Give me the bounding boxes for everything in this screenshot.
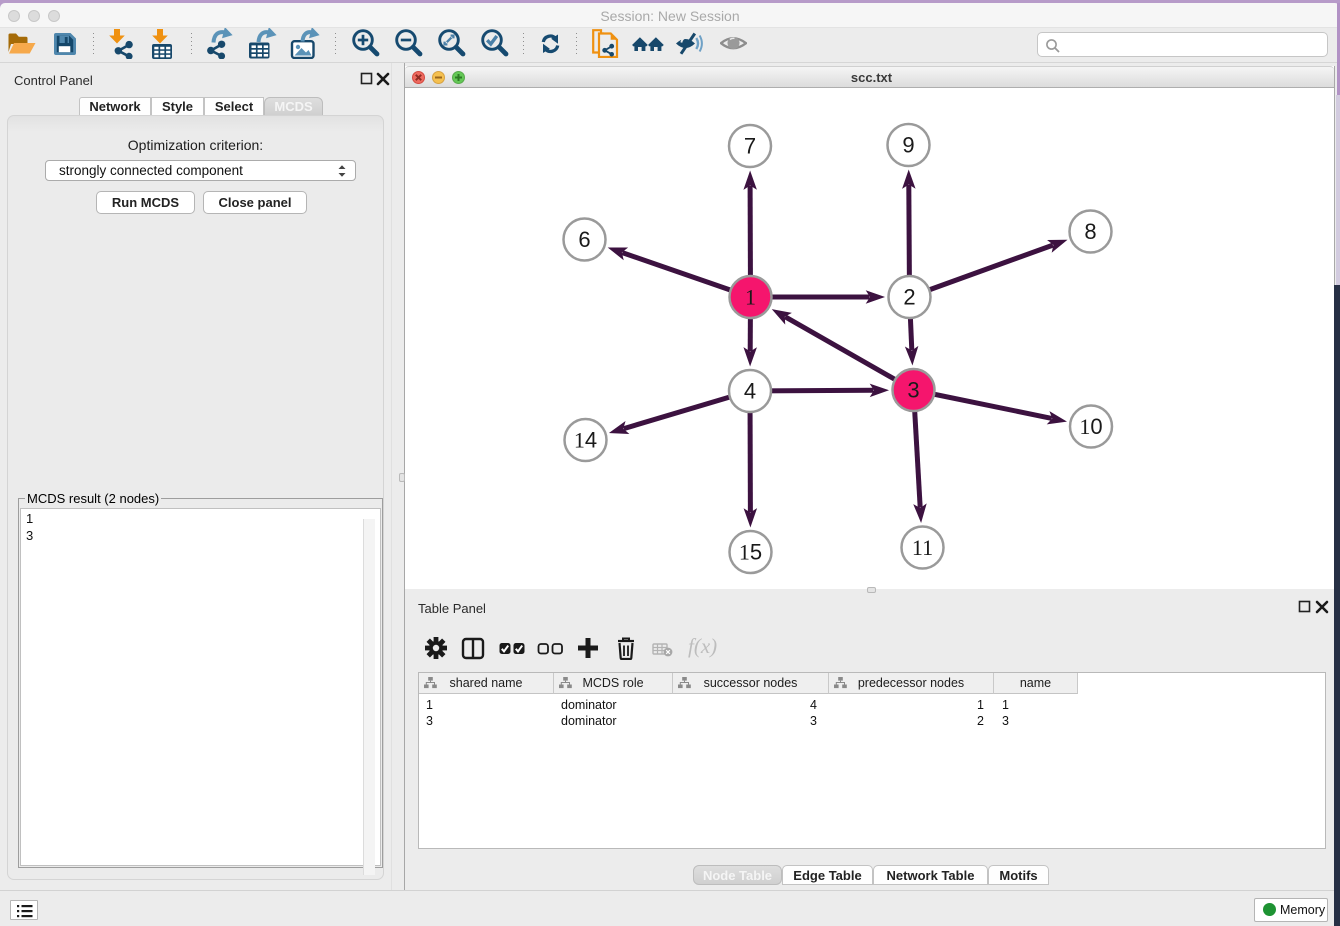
svg-text:9: 9 [902, 133, 914, 158]
svg-text:14: 14 [574, 428, 597, 453]
svg-text:8: 8 [1084, 219, 1096, 244]
svg-text:4: 4 [744, 379, 756, 404]
svg-text:15: 15 [739, 540, 762, 565]
svg-text:3: 3 [907, 378, 919, 403]
svg-text:11: 11 [912, 535, 933, 560]
svg-text:1: 1 [745, 285, 756, 310]
svg-text:7: 7 [744, 134, 756, 159]
svg-text:6: 6 [578, 227, 590, 252]
svg-text:10: 10 [1079, 414, 1102, 439]
svg-text:2: 2 [903, 285, 915, 310]
